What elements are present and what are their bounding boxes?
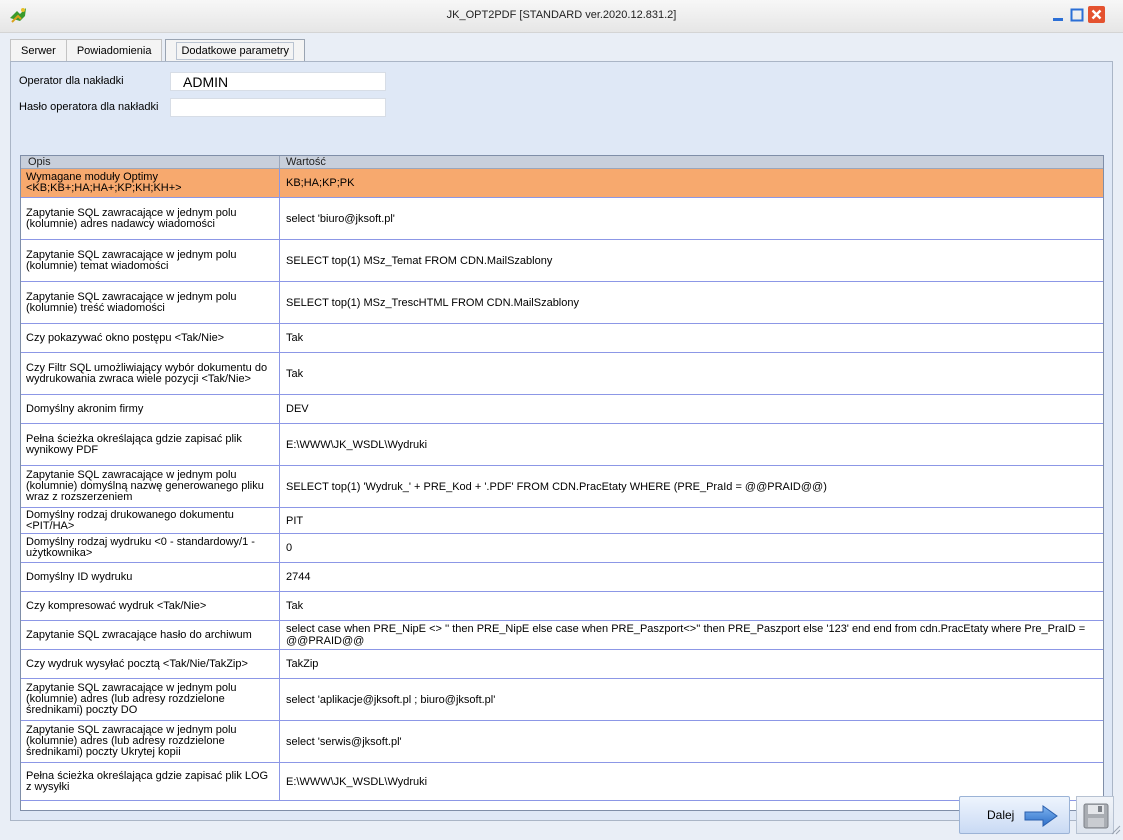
password-input[interactable] bbox=[170, 98, 386, 117]
row-value[interactable]: 2744 bbox=[280, 563, 1103, 591]
table-row[interactable]: Pełna ścieżka określająca gdzie zapisać … bbox=[21, 763, 1103, 801]
row-value[interactable]: Tak bbox=[280, 592, 1103, 620]
table-row[interactable]: Domyślny rodzaj drukowanego dokumentu <P… bbox=[21, 508, 1103, 534]
title-bar: JK_OPT2PDF [STANDARD ver.2020.12.831.2] bbox=[0, 0, 1123, 33]
row-value[interactable]: SELECT top(1) MSz_Temat FROM CDN.MailSza… bbox=[280, 240, 1103, 281]
table-row[interactable]: Zapytanie SQL zawracające w jednym polu … bbox=[21, 679, 1103, 721]
table-row[interactable]: Zapytanie SQL zawracające w jednym polu … bbox=[21, 198, 1103, 240]
tab-dodatkowe-parametry[interactable]: Dodatkowe parametry bbox=[165, 39, 306, 61]
row-value[interactable]: SELECT top(1) MSz_TrescHTML FROM CDN.Mai… bbox=[280, 282, 1103, 323]
operator-input[interactable] bbox=[170, 72, 386, 91]
row-value[interactable]: 0 bbox=[280, 534, 1103, 562]
table-row[interactable]: Domyślny akronim firmy DEV bbox=[21, 395, 1103, 424]
row-description: Pełna ścieżka określająca gdzie zapisać … bbox=[21, 763, 280, 800]
row-description: Zapytanie SQL zawracające w jednym polu … bbox=[21, 198, 280, 239]
row-description: Zapytanie SQL zawracające w jednym polu … bbox=[21, 282, 280, 323]
row-description: Czy pokazywać okno postępu <Tak/Nie> bbox=[21, 324, 280, 352]
row-description: Wymagane moduły Optimy <KB;KB+;HA;HA+;KP… bbox=[21, 169, 280, 197]
row-value[interactable]: select case when PRE_NipE <> '' then PRE… bbox=[280, 621, 1103, 649]
table-row[interactable]: Domyślny rodzaj wydruku <0 - standardowy… bbox=[21, 534, 1103, 563]
row-value[interactable]: Tak bbox=[280, 324, 1103, 352]
row-description: Domyślny rodzaj wydruku <0 - standardowy… bbox=[21, 534, 280, 562]
next-button[interactable]: Dalej bbox=[959, 796, 1070, 834]
window-title: JK_OPT2PDF [STANDARD ver.2020.12.831.2] bbox=[446, 9, 677, 21]
table-row[interactable]: Zapytanie SQL zawracające w jednym polu … bbox=[21, 721, 1103, 763]
row-value[interactable]: E:\WWW\JK_WSDL\Wydruki bbox=[280, 763, 1103, 800]
row-value[interactable]: TakZip bbox=[280, 650, 1103, 678]
floppy-disk-icon bbox=[1083, 803, 1109, 829]
close-icon[interactable] bbox=[1088, 6, 1105, 23]
column-separator[interactable] bbox=[279, 156, 280, 169]
row-description: Domyślny ID wydruku bbox=[21, 563, 280, 591]
column-header-desc[interactable]: Opis bbox=[28, 156, 51, 169]
row-value[interactable]: KB;HA;KP;PK bbox=[280, 169, 1103, 197]
table-row[interactable]: Wymagane moduły Optimy <KB;KB+;HA;HA+;KP… bbox=[21, 169, 1103, 198]
row-value[interactable]: select 'biuro@jksoft.pl' bbox=[280, 198, 1103, 239]
row-value[interactable]: DEV bbox=[280, 395, 1103, 423]
grid-body: Wymagane moduły Optimy <KB;KB+;HA;HA+;KP… bbox=[21, 169, 1103, 801]
row-value[interactable]: PIT bbox=[280, 508, 1103, 533]
row-value[interactable]: SELECT top(1) 'Wydruk_' + PRE_Kod + '.PD… bbox=[280, 466, 1103, 507]
maximize-icon[interactable] bbox=[1069, 7, 1085, 23]
table-row[interactable]: Domyślny ID wydruku 2744 bbox=[21, 563, 1103, 592]
tab-panel: Operator dla nakładki Hasło operatora dl… bbox=[10, 61, 1113, 821]
table-row[interactable]: Zapytanie SQL zwracające hasło do archiw… bbox=[21, 621, 1103, 650]
table-row[interactable]: Pełna ścieżka określająca gdzie zapisać … bbox=[21, 424, 1103, 466]
row-description: Czy kompresować wydruk <Tak/Nie> bbox=[21, 592, 280, 620]
tab-powiadomienia[interactable]: Powiadomienia bbox=[66, 39, 163, 61]
tab-serwer[interactable]: Serwer bbox=[10, 39, 67, 61]
row-value[interactable]: E:\WWW\JK_WSDL\Wydruki bbox=[280, 424, 1103, 465]
row-description: Domyślny rodzaj drukowanego dokumentu <P… bbox=[21, 508, 280, 533]
row-description: Zapytanie SQL zawracające w jednym polu … bbox=[21, 240, 280, 281]
table-row[interactable]: Czy kompresować wydruk <Tak/Nie> Tak bbox=[21, 592, 1103, 621]
resize-grip-icon[interactable] bbox=[1109, 823, 1121, 838]
operator-label: Operator dla nakładki bbox=[19, 75, 124, 87]
table-row[interactable]: Czy wydruk wysyłać pocztą <Tak/Nie/TakZi… bbox=[21, 650, 1103, 679]
row-value[interactable]: select 'serwis@jksoft.pl' bbox=[280, 721, 1103, 762]
table-row[interactable]: Zapytanie SQL zawracające w jednym polu … bbox=[21, 240, 1103, 282]
client-area: Serwer Powiadomienia Dodatkowe parametry… bbox=[0, 33, 1123, 840]
minimize-icon[interactable] bbox=[1050, 7, 1066, 23]
row-description: Zapytanie SQL zwracające hasło do archiw… bbox=[21, 621, 280, 649]
table-row[interactable]: Czy pokazywać okno postępu <Tak/Nie> Tak bbox=[21, 324, 1103, 353]
row-description: Zapytanie SQL zawracające w jednym polu … bbox=[21, 721, 280, 762]
row-description: Zapytanie SQL zawracające w jednym polu … bbox=[21, 679, 280, 720]
grid-header: Opis Wartość bbox=[21, 156, 1103, 169]
row-description: Czy Filtr SQL umożliwiający wybór dokume… bbox=[21, 353, 280, 394]
row-value[interactable]: select 'aplikacje@jksoft.pl ; biuro@jkso… bbox=[280, 679, 1103, 720]
arrow-right-icon bbox=[1024, 805, 1058, 830]
table-row[interactable]: Zapytanie SQL zawracające w jednym polu … bbox=[21, 466, 1103, 508]
password-label: Hasło operatora dla nakładki bbox=[19, 101, 159, 113]
next-button-label: Dalej bbox=[987, 808, 1015, 822]
row-value[interactable]: Tak bbox=[280, 353, 1103, 394]
column-header-value[interactable]: Wartość bbox=[286, 156, 326, 169]
row-description: Domyślny akronim firmy bbox=[21, 395, 280, 423]
tab-label: Dodatkowe parametry bbox=[176, 42, 295, 60]
tab-strip: Serwer Powiadomienia Dodatkowe parametry bbox=[10, 39, 306, 61]
parameters-grid: Opis Wartość Wymagane moduły Optimy <KB;… bbox=[20, 155, 1104, 811]
table-row[interactable]: Zapytanie SQL zawracające w jednym polu … bbox=[21, 282, 1103, 324]
row-description: Pełna ścieżka określająca gdzie zapisać … bbox=[21, 424, 280, 465]
row-description: Zapytanie SQL zawracające w jednym polu … bbox=[21, 466, 280, 507]
table-row[interactable]: Czy Filtr SQL umożliwiający wybór dokume… bbox=[21, 353, 1103, 395]
row-description: Czy wydruk wysyłać pocztą <Tak/Nie/TakZi… bbox=[21, 650, 280, 678]
